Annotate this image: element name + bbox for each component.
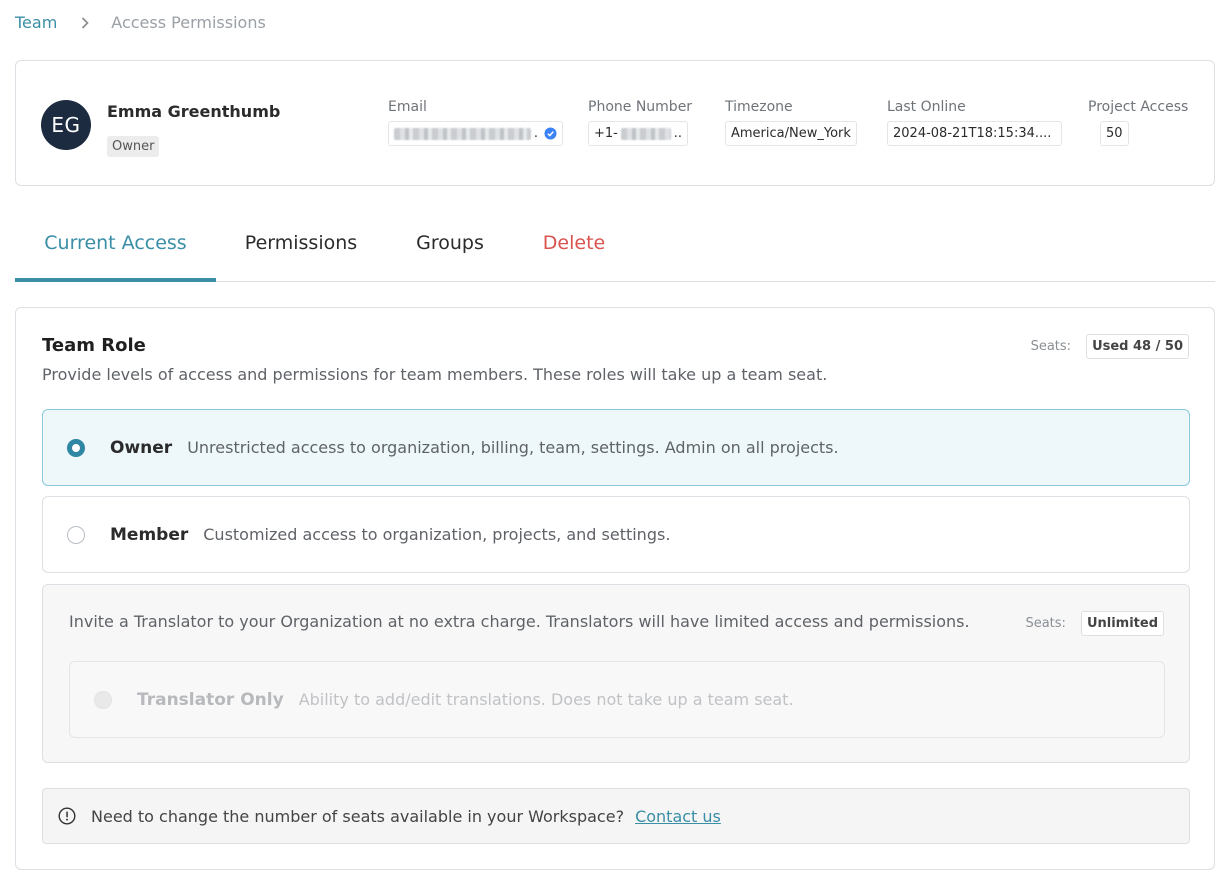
option-description: Unrestricted access to organization, bil… — [187, 438, 839, 457]
panel-description: Provide levels of access and permissions… — [42, 365, 828, 384]
email-value[interactable]: . — [388, 121, 563, 146]
notice-text: Need to change the number of seats avail… — [91, 806, 625, 826]
phone-field: Phone Number +1- .. — [588, 99, 692, 146]
project-access-field: Project Access 50 — [1088, 99, 1188, 146]
tab-delete[interactable]: Delete — [514, 220, 634, 281]
avatar: EG — [41, 100, 91, 150]
translator-invite-text: Invite a Translator to your Organization… — [69, 612, 970, 631]
last-online-field: Last Online 2024-08-21T18:15:34.... — [887, 99, 1062, 146]
owner-radio[interactable] — [67, 438, 85, 457]
verified-check-icon — [544, 127, 557, 140]
timezone-value[interactable]: America/New_York — [725, 121, 857, 146]
translator-seats-indicator: Seats: Unlimited — [1025, 611, 1164, 636]
role-option-translator: Translator Only Ability to add/edit tran… — [69, 661, 1165, 738]
info-circle-icon — [58, 807, 76, 825]
phone-prefix: +1- — [594, 126, 618, 141]
contact-us-link[interactable]: Contact us — [635, 807, 721, 826]
role-option-member[interactable]: Member Customized access to organization… — [42, 496, 1190, 573]
seats-used-badge: Used 48 / 50 — [1086, 334, 1189, 359]
seats-notice: Need to change the number of seats avail… — [42, 788, 1190, 844]
option-description: Customized access to organization, proje… — [203, 525, 671, 544]
email-suffix: . — [533, 126, 538, 141]
tab-current-access[interactable]: Current Access — [15, 220, 216, 282]
translator-radio — [94, 690, 112, 709]
seats-label: Seats: — [1030, 339, 1072, 354]
last-online-label: Last Online — [887, 99, 966, 115]
last-online-value[interactable]: 2024-08-21T18:15:34.... — [887, 121, 1062, 146]
option-title: Member — [110, 524, 189, 545]
option-title: Owner — [110, 437, 173, 458]
breadcrumb-team-link[interactable]: Team — [15, 13, 57, 32]
chevron-right-icon — [81, 16, 89, 29]
redacted-phone — [620, 127, 671, 140]
phone-value[interactable]: +1- .. — [588, 121, 688, 146]
member-radio[interactable] — [67, 525, 85, 544]
timezone-label: Timezone — [725, 99, 793, 115]
seats-indicator: Seats: Used 48 / 50 — [1031, 334, 1189, 359]
tab-permissions[interactable]: Permissions — [216, 220, 386, 281]
breadcrumb-current: Access Permissions — [111, 13, 266, 32]
redacted-email — [394, 127, 531, 140]
user-name: Emma Greenthumb — [107, 102, 281, 121]
seats-label: Seats: — [1025, 616, 1066, 631]
role-badge: Owner — [107, 136, 160, 157]
phone-label: Phone Number — [588, 99, 693, 115]
user-card: EG Emma Greenthumb Owner Email . Phone N… — [15, 60, 1215, 186]
translator-section: Invite a Translator to your Organization… — [42, 584, 1190, 763]
project-access-label: Project Access — [1088, 99, 1189, 115]
seats-unlimited-badge: Unlimited — [1080, 611, 1164, 636]
email-field: Email . — [388, 99, 563, 146]
timezone-field: Timezone America/New_York — [725, 99, 857, 146]
project-access-value[interactable]: 50 — [1100, 121, 1129, 146]
tab-groups[interactable]: Groups — [386, 220, 514, 281]
breadcrumb: Team Access Permissions — [15, 13, 266, 32]
panel-title: Team Role — [42, 335, 146, 356]
phone-suffix: .. — [673, 126, 682, 141]
email-label: Email — [388, 99, 427, 115]
tab-bar: Current Access Permissions Groups Delete — [15, 220, 1215, 282]
team-role-panel: Team Role Provide levels of access and p… — [15, 307, 1215, 870]
role-option-owner[interactable]: Owner Unrestricted access to organizatio… — [42, 409, 1190, 486]
option-description: Ability to add/edit translations. Does n… — [298, 690, 794, 709]
option-title: Translator Only — [137, 689, 284, 710]
